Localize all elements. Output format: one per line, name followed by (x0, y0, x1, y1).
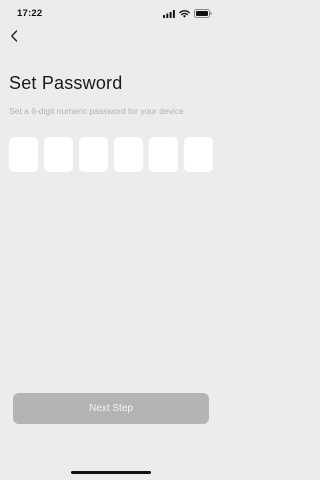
pin-digit-box-3[interactable] (79, 137, 108, 172)
status-bar: 17:22 (0, 0, 222, 28)
pin-digit-box-1[interactable] (9, 137, 38, 172)
pin-digit-box-5[interactable] (149, 137, 178, 172)
page-title: Set Password (9, 73, 123, 93)
wifi-icon (179, 9, 190, 18)
status-icons (163, 9, 212, 18)
battery-icon (194, 9, 212, 18)
signal-icon (163, 9, 175, 18)
pin-input-row[interactable] (9, 137, 213, 172)
chevron-left-icon (10, 29, 18, 47)
back-button[interactable] (4, 28, 24, 48)
next-step-button[interactable]: Next Step (13, 393, 209, 424)
pin-digit-box-4[interactable] (114, 137, 143, 172)
pin-digit-box-2[interactable] (44, 137, 73, 172)
pin-digit-box-6[interactable] (184, 137, 213, 172)
home-indicator (71, 471, 151, 474)
page-subtitle: Set a 6-digit numeric password for your … (9, 106, 184, 116)
status-time: 17:22 (17, 8, 43, 19)
